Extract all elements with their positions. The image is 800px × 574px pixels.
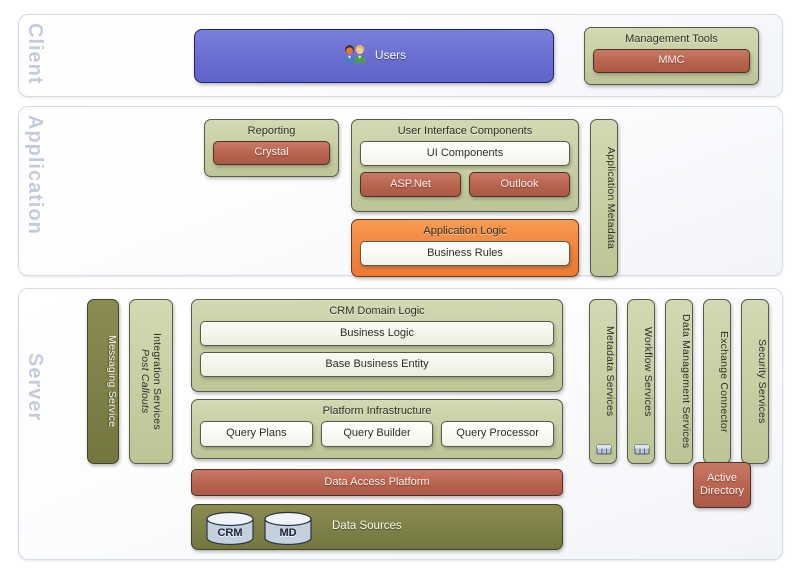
query-builder-box[interactable]: Query Builder — [320, 420, 434, 447]
mmc-label: MMC — [658, 54, 685, 67]
application-metadata-box[interactable]: Application Metadata — [590, 119, 618, 277]
post-callouts-label: Post Callouts — [139, 349, 151, 414]
management-tools-title: Management Tools — [625, 33, 718, 45]
aspnet-box[interactable]: ASP.Net — [360, 171, 461, 197]
active-directory-box[interactable]: Active Directory — [693, 462, 751, 508]
ui-components-title: User Interface Components — [397, 125, 533, 137]
users-icon — [342, 44, 368, 68]
management-tools-group: Management Tools MMC — [584, 27, 759, 85]
integration-services-label: Integration Services — [151, 333, 164, 430]
crm-domain-logic-title: CRM Domain Logic — [329, 305, 425, 317]
security-services-label: Security Services — [756, 339, 768, 424]
query-builder-label: Query Builder — [343, 427, 411, 440]
data-sources-label: Data Sources — [332, 520, 402, 533]
base-business-entity-box[interactable]: Base Business Entity — [200, 351, 554, 377]
ui-components-label: UI Components — [426, 146, 504, 159]
exchange-connector-label: Exchange Connector — [718, 330, 730, 433]
business-logic-label: Business Logic — [340, 326, 414, 339]
messaging-service-label: Messaging Service — [106, 335, 118, 428]
outlook-label: Outlook — [500, 177, 539, 190]
crystal-box[interactable]: Crystal — [213, 140, 330, 165]
workflow-services-label: Workflow Services — [642, 326, 654, 417]
crm-domain-logic-group: CRM Domain Logic Business Logic Base Bus… — [191, 299, 563, 392]
aspnet-label: ASP.Net — [390, 177, 431, 190]
query-processor-box[interactable]: Query Processor — [441, 420, 555, 447]
platform-infrastructure-group: Platform Infrastructure Query Plans Quer… — [191, 399, 563, 459]
database-crm-label: CRM — [217, 527, 243, 540]
metadata-services-box[interactable]: Metadata Services — [589, 299, 617, 464]
crystal-label: Crystal — [254, 146, 289, 159]
exchange-connector-box[interactable]: Exchange Connector — [703, 299, 731, 464]
base-business-entity-label: Base Business Entity — [325, 357, 429, 370]
data-management-services-label: Data Management Services — [680, 314, 692, 449]
zone-client: Client Users Management Tools MMC — [18, 14, 783, 97]
database-icon — [596, 443, 612, 456]
workflow-services-box[interactable]: Workflow Services — [627, 299, 655, 464]
query-plans-box[interactable]: Query Plans — [200, 420, 313, 447]
reporting-title: Reporting — [247, 125, 296, 137]
business-rules-box[interactable]: Business Rules — [360, 240, 570, 266]
database-md-label: MD — [279, 527, 297, 540]
mmc-box[interactable]: MMC — [593, 48, 750, 73]
application-logic-group: Application Logic Business Rules — [351, 219, 579, 277]
business-rules-label: Business Rules — [427, 246, 503, 259]
query-plans-label: Query Plans — [226, 427, 287, 440]
data-access-platform-box[interactable]: Data Access Platform — [191, 469, 563, 496]
metadata-services-label: Metadata Services — [604, 326, 616, 417]
zone-label-application: Application — [24, 115, 46, 235]
active-directory-label-line1: Active — [707, 472, 737, 485]
database-crm: CRM — [204, 511, 256, 547]
users-label: Users — [374, 48, 407, 63]
ui-components-box[interactable]: UI Components — [360, 140, 570, 166]
outlook-box[interactable]: Outlook — [469, 171, 570, 197]
active-directory-label-line2: Directory — [699, 485, 744, 497]
zone-application: Application Reporting Crystal User Inter… — [18, 106, 783, 277]
data-sources-box[interactable]: CRM MD Data Sources — [191, 504, 563, 550]
data-management-services-box[interactable]: Data Management Services — [665, 299, 693, 464]
application-logic-title: Application Logic — [423, 225, 507, 237]
data-access-platform-label: Data Access Platform — [324, 476, 430, 489]
database-md: MD — [262, 511, 314, 547]
ui-components-group: User Interface Components UI Components … — [351, 119, 579, 212]
zone-server: Server Messaging Service Integration Ser… — [18, 288, 783, 560]
business-logic-box[interactable]: Business Logic — [200, 320, 554, 346]
users-box[interactable]: Users — [194, 29, 554, 83]
reporting-group: Reporting Crystal — [204, 119, 339, 177]
zone-label-client: Client — [24, 23, 46, 85]
security-services-box[interactable]: Security Services — [741, 299, 769, 464]
query-processor-label: Query Processor — [456, 427, 539, 440]
database-icon — [634, 443, 650, 456]
integration-services-box[interactable]: Integration Services Post Callouts — [129, 299, 173, 464]
platform-infrastructure-title: Platform Infrastructure — [322, 405, 432, 417]
messaging-service-box[interactable]: Messaging Service — [87, 299, 119, 464]
zone-label-server: Server — [24, 353, 46, 422]
application-metadata-label: Application Metadata — [605, 146, 617, 250]
